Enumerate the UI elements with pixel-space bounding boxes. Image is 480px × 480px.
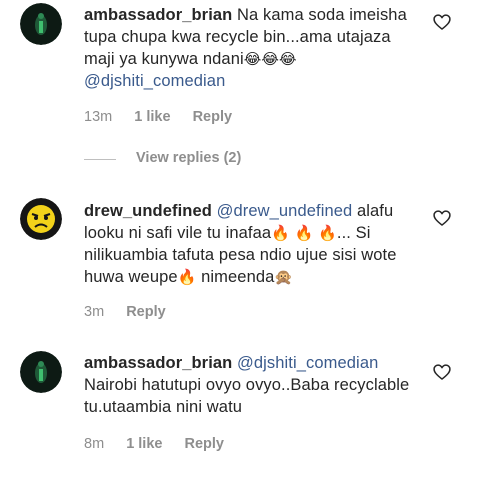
likes-count[interactable]: 1 like: [134, 109, 170, 125]
comment-username[interactable]: ambassador_brian: [84, 6, 232, 24]
reply-button[interactable]: Reply: [193, 109, 233, 125]
comment-meta: 3m Reply: [84, 304, 184, 320]
comment-text: nimeenda: [201, 268, 275, 286]
likes-count[interactable]: 1 like: [126, 436, 162, 452]
reply-button[interactable]: Reply: [185, 436, 225, 452]
view-replies-label[interactable]: View replies (2): [136, 150, 241, 166]
comment-meta: 13m 1 like Reply: [84, 109, 250, 125]
heart-icon[interactable]: [432, 12, 452, 32]
comment-body: ambassador_brian @djshiti_comedian Nairo…: [84, 352, 414, 418]
avatar[interactable]: [20, 3, 62, 45]
comment-time: 8m: [84, 436, 105, 452]
comment-body: ambassador_brian Na kama soda imeisha tu…: [84, 4, 414, 92]
comment-username[interactable]: drew_undefined: [84, 202, 212, 220]
heart-icon[interactable]: [432, 362, 452, 382]
divider: [84, 159, 116, 160]
heart-icon[interactable]: [432, 208, 452, 228]
avatar[interactable]: [20, 198, 62, 240]
comment-meta: 8m 1 like Reply: [84, 436, 242, 452]
comment-username[interactable]: ambassador_brian: [84, 354, 232, 372]
comment-mention[interactable]: @djshiti_comedian: [237, 354, 378, 372]
comment-text: Nairobi hatutupi ovyo ovyo..Baba recycla…: [84, 376, 410, 416]
comment-mention[interactable]: @drew_undefined: [217, 202, 353, 220]
comment-time: 13m: [84, 109, 113, 125]
view-replies[interactable]: View replies (2): [84, 150, 284, 170]
laughing-emoji-icon: 😂😂😂: [243, 51, 297, 68]
avatar[interactable]: [20, 351, 62, 393]
fire-emoji-icon: 🔥: [271, 225, 290, 242]
comment-body: drew_undefined @drew_undefined alafu loo…: [84, 200, 414, 288]
comment-time: 3m: [84, 304, 105, 320]
fire-emoji-icon: 🔥: [177, 269, 197, 286]
comment-mention[interactable]: @djshiti_comedian: [84, 72, 225, 90]
reply-button[interactable]: Reply: [126, 304, 166, 320]
fire-emoji-icon: 🔥: [294, 225, 314, 242]
monkey-emoji-icon: 🙊: [274, 269, 294, 286]
fire-emoji-icon: 🔥: [318, 225, 337, 242]
